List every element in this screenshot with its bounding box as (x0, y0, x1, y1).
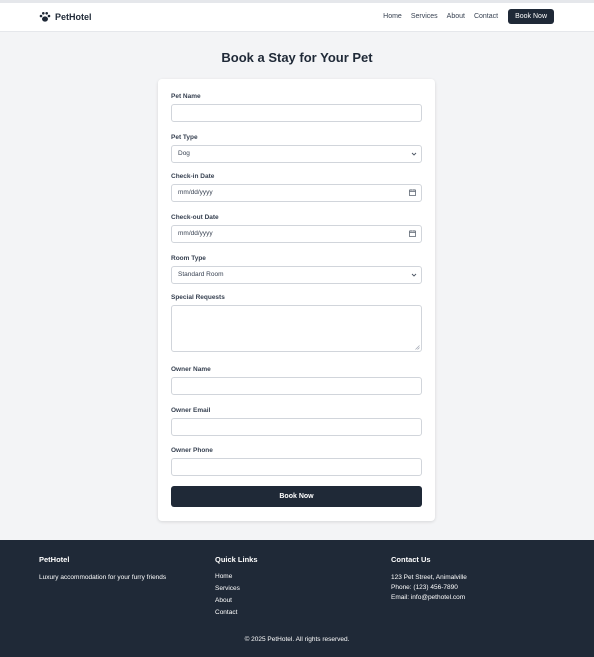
footer-contact: Contact Us 123 Pet Street, Animalville P… (391, 555, 467, 603)
owner-email-group: Owner Email (171, 407, 422, 436)
room-type-select[interactable]: Standard Room (171, 266, 422, 284)
check-in-input[interactable]: mm/dd/yyyy (171, 184, 422, 202)
page-title: Book a Stay for Your Pet (221, 50, 373, 65)
paw-icon (39, 12, 51, 22)
brand-logo[interactable]: PetHotel (39, 11, 92, 23)
owner-name-group: Owner Name (171, 366, 422, 395)
site-header: PetHotel Home Services About Contact Boo… (0, 0, 594, 32)
resize-handle-icon[interactable] (415, 345, 420, 350)
main-nav: Home Services About Contact Book Now (374, 9, 554, 24)
footer-tagline: Luxury accommodation for your furry frie… (39, 574, 167, 581)
footer-brand-title: PetHotel (39, 555, 70, 564)
footer-link-about[interactable]: About (215, 597, 258, 604)
special-requests-label: Special Requests (171, 294, 225, 301)
contact-phone: Phone: (123) 456-7890 (391, 584, 458, 591)
special-requests-textarea[interactable] (171, 305, 422, 352)
brand-name: PetHotel (55, 12, 92, 22)
check-in-label: Check-in Date (171, 173, 215, 180)
footer-quick-links: Quick Links Home Services About Contact (215, 555, 258, 621)
owner-email-label: Owner Email (171, 407, 211, 414)
check-out-label: Check-out Date (171, 214, 219, 221)
nav-services[interactable]: Services (411, 13, 438, 20)
room-type-label: Room Type (171, 255, 206, 262)
special-requests-group: Special Requests (171, 294, 422, 352)
owner-phone-label: Owner Phone (171, 447, 213, 454)
footer-link-contact[interactable]: Contact (215, 609, 258, 616)
room-type-value: Standard Room (178, 271, 224, 278)
pet-type-group: Pet Type Dog (171, 134, 422, 163)
nav-about[interactable]: About (447, 13, 465, 20)
nav-home[interactable]: Home (383, 13, 402, 20)
pet-type-value: Dog (178, 150, 190, 157)
footer-link-home[interactable]: Home (215, 573, 258, 580)
check-out-value: mm/dd/yyyy (178, 230, 213, 237)
owner-name-input[interactable] (171, 377, 422, 395)
chevron-down-icon (411, 273, 417, 277)
check-out-group: Check-out Date mm/dd/yyyy (171, 214, 422, 243)
check-in-value: mm/dd/yyyy (178, 189, 213, 196)
owner-phone-group: Owner Phone (171, 447, 422, 476)
check-out-input[interactable]: mm/dd/yyyy (171, 225, 422, 243)
copyright-text: © 2025 PetHotel. All rights reserved. (244, 636, 350, 643)
book-now-submit-button[interactable]: Book Now (171, 486, 422, 507)
pet-name-label: Pet Name (171, 93, 201, 100)
room-type-group: Room Type Standard Room (171, 255, 422, 284)
pet-name-input[interactable] (171, 104, 422, 122)
site-footer: PetHotel Luxury accommodation for your f… (0, 540, 594, 657)
contact-email: Email: info@pethotel.com (391, 594, 466, 601)
pet-type-select[interactable]: Dog (171, 145, 422, 163)
book-now-nav-button[interactable]: Book Now (508, 9, 554, 24)
check-in-group: Check-in Date mm/dd/yyyy (171, 173, 422, 202)
contact-title: Contact Us (391, 555, 431, 564)
owner-name-label: Owner Name (171, 366, 211, 373)
nav-contact[interactable]: Contact (474, 13, 498, 20)
quick-links-title: Quick Links (215, 555, 258, 564)
footer-link-services[interactable]: Services (215, 585, 258, 592)
pet-type-label: Pet Type (171, 134, 198, 141)
pet-name-group: Pet Name (171, 93, 422, 122)
footer-brand: PetHotel Luxury accommodation for your f… (39, 555, 166, 583)
booking-form: Pet Name Pet Type Dog Check-in Date mm/d… (158, 79, 435, 521)
owner-email-input[interactable] (171, 418, 422, 436)
contact-address: 123 Pet Street, Animalville (391, 574, 467, 581)
owner-phone-input[interactable] (171, 458, 422, 476)
calendar-icon[interactable] (409, 189, 416, 196)
calendar-icon[interactable] (409, 230, 416, 237)
chevron-down-icon (411, 152, 417, 156)
